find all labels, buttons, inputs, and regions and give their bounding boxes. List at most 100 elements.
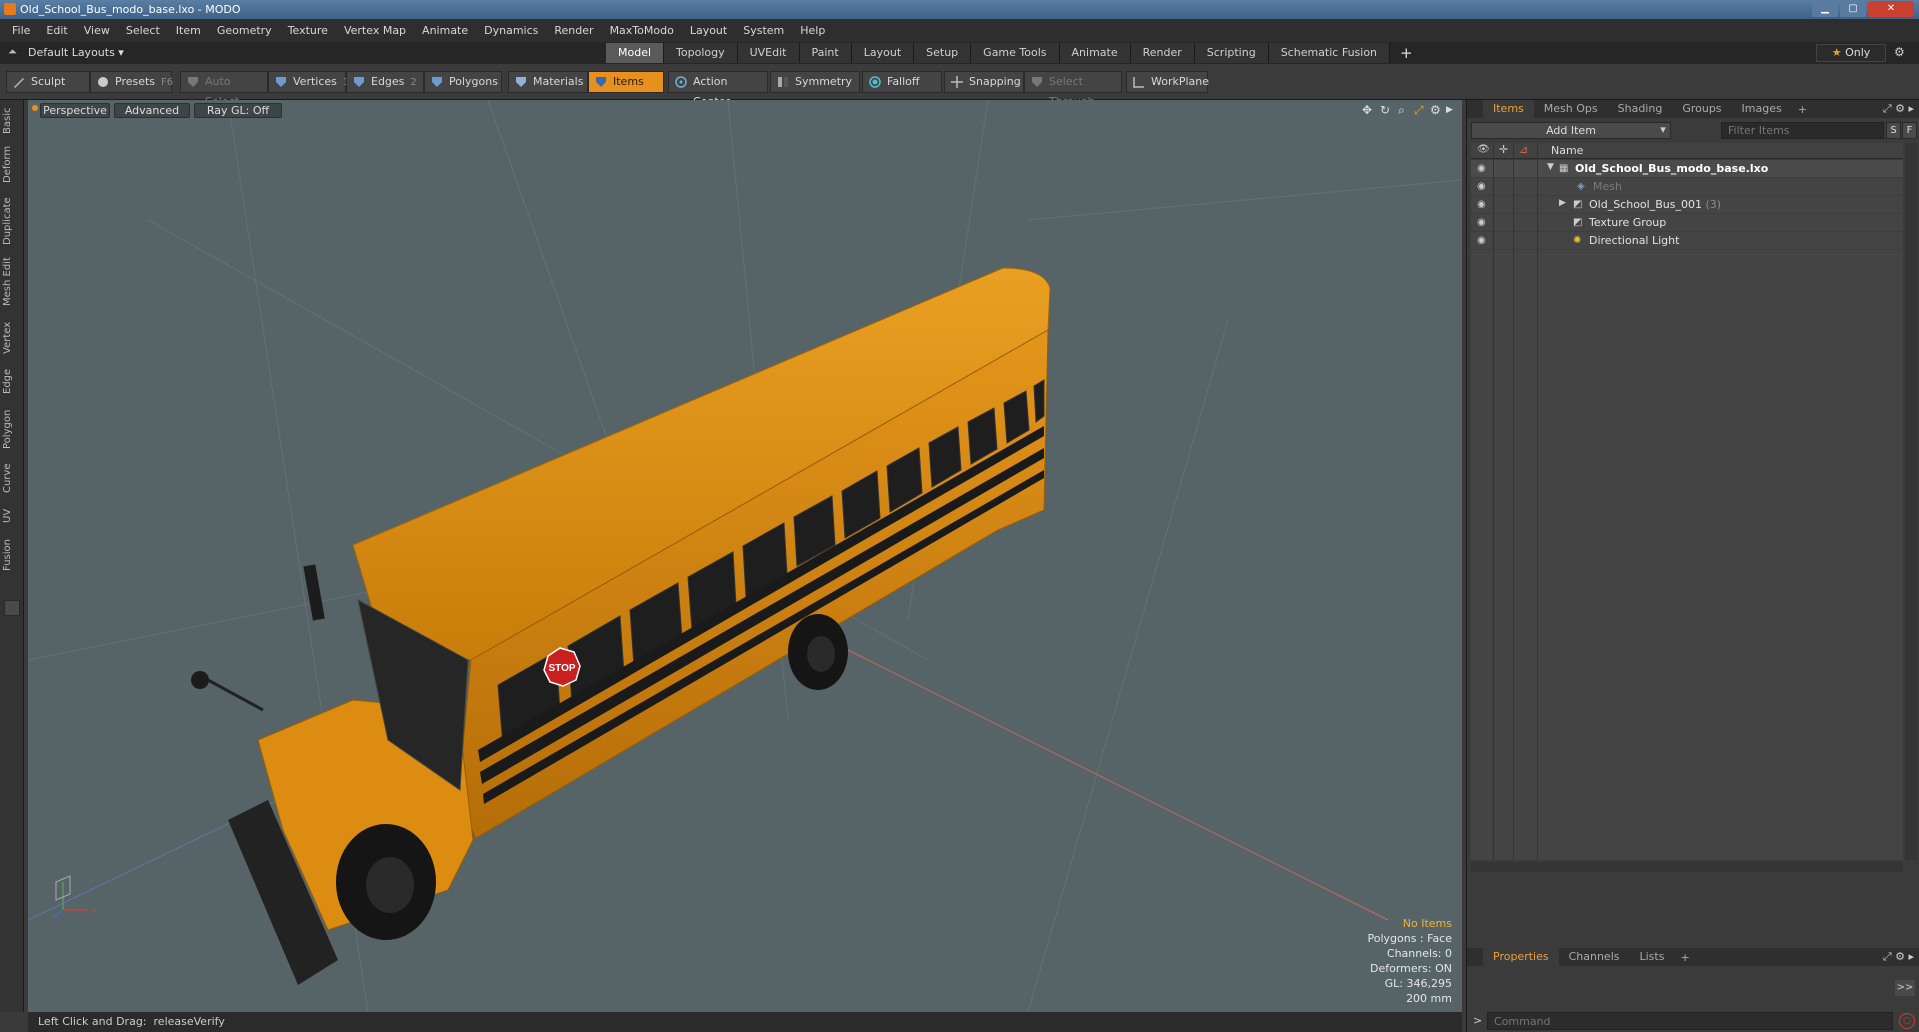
menu-maxtomodo[interactable]: MaxToModo xyxy=(602,24,682,37)
pan-icon[interactable]: ✥ xyxy=(1362,103,1372,117)
vtab-vertex[interactable]: Vertex xyxy=(2,318,22,358)
command-input[interactable] xyxy=(1487,1012,1893,1030)
menu-vertex-map[interactable]: Vertex Map xyxy=(336,24,414,37)
viewport-expand-icon[interactable]: ▶ xyxy=(1446,105,1453,115)
add-properties-tab-button[interactable]: + xyxy=(1674,951,1695,964)
eye-icon[interactable]: ◉ xyxy=(1477,163,1489,174)
vtab-mesh-edit[interactable]: Mesh Edit xyxy=(2,254,22,310)
menu-dynamics[interactable]: Dynamics xyxy=(476,24,546,37)
menu-animate[interactable]: Animate xyxy=(414,24,476,37)
menu-item[interactable]: Item xyxy=(168,24,209,37)
snapping-button[interactable]: Snapping xyxy=(944,71,1024,93)
vtab-uv[interactable]: UV xyxy=(2,504,22,528)
chevron-down-icon[interactable]: ▾ xyxy=(1655,122,1671,139)
menu-view[interactable]: View xyxy=(76,24,118,37)
workplane-button[interactable]: WorkPlane xyxy=(1126,71,1209,93)
gear-icon[interactable]: ⚙ xyxy=(1894,45,1905,59)
3d-viewport[interactable]: STOP x Perspective Advanced Ray GL: Off … xyxy=(28,100,1462,1012)
toolbox-toggle[interactable] xyxy=(4,600,20,616)
lock-column-icon[interactable]: ✛ xyxy=(1499,143,1508,156)
tab-groups[interactable]: Groups xyxy=(1672,100,1731,118)
eye-icon[interactable]: ◉ xyxy=(1477,235,1489,246)
fit-icon[interactable]: ⤢ xyxy=(1414,103,1424,118)
visibility-column-icon[interactable]: 👁 xyxy=(1477,144,1490,155)
tab-render[interactable]: Render xyxy=(1130,43,1195,63)
menu-system[interactable]: System xyxy=(735,24,792,37)
tab-shading[interactable]: Shading xyxy=(1608,100,1673,118)
maximize-button[interactable]: ▢ xyxy=(1840,1,1866,17)
f-filter-button[interactable]: F xyxy=(1902,122,1917,139)
expand-triangle-icon[interactable]: ▼ xyxy=(1547,162,1554,172)
auto-select-button[interactable]: Auto Select xyxy=(180,71,268,108)
name-column-header[interactable]: Name xyxy=(1551,144,1583,157)
tab-mesh-ops[interactable]: Mesh Ops xyxy=(1534,100,1608,118)
select-through-button[interactable]: Select Through xyxy=(1024,71,1122,108)
close-button[interactable]: ✕ xyxy=(1868,1,1914,17)
vtab-curve[interactable]: Curve xyxy=(2,458,22,498)
add-item-button[interactable]: Add Item xyxy=(1471,122,1671,139)
expand-triangle-icon[interactable]: ▶ xyxy=(1559,198,1566,208)
axis-column-icon[interactable]: ⊿ xyxy=(1519,143,1528,156)
materials-button[interactable]: Materials xyxy=(508,71,588,93)
eye-icon[interactable]: ◉ xyxy=(1477,199,1489,210)
items-button[interactable]: Items xyxy=(588,71,664,93)
tab-schematic-fusion[interactable]: Schematic Fusion xyxy=(1268,43,1391,63)
only-button[interactable]: ★ Only xyxy=(1816,44,1886,62)
layout-arrow-icon[interactable]: ⏶ xyxy=(8,45,17,59)
tree-row[interactable]: ◉ ▶ ◩ Old_School_Bus_001 (3) xyxy=(1471,196,1903,214)
vtab-basic[interactable]: Basic xyxy=(2,106,22,136)
menu-layout[interactable]: Layout xyxy=(682,24,735,37)
tab-model[interactable]: Model xyxy=(606,43,665,63)
tab-layout[interactable]: Layout xyxy=(851,43,915,63)
tab-lists[interactable]: Lists xyxy=(1630,948,1675,966)
rotate-icon[interactable]: ↻ xyxy=(1380,103,1390,117)
add-tab-button[interactable]: + xyxy=(1390,43,1423,63)
s-filter-button[interactable]: S xyxy=(1886,122,1901,139)
tab-scripting[interactable]: Scripting xyxy=(1194,43,1269,63)
presets-button[interactable]: Presets F6 xyxy=(90,71,173,93)
tree-row[interactable]: ◉ ◩ Texture Group xyxy=(1471,214,1903,232)
vtab-duplicate[interactable]: Duplicate xyxy=(2,196,22,246)
menu-render[interactable]: Render xyxy=(546,24,601,37)
tab-images[interactable]: Images xyxy=(1732,100,1792,118)
edges-button[interactable]: Edges 2 xyxy=(346,71,424,93)
vtab-deform[interactable]: Deform xyxy=(2,144,22,184)
tree-row[interactable]: ◉ ✺ Directional Light xyxy=(1471,232,1903,250)
tab-uvedit[interactable]: UVEdit xyxy=(737,43,800,63)
vtab-edge[interactable]: Edge xyxy=(2,364,22,398)
vtab-polygon[interactable]: Polygon xyxy=(2,404,22,454)
tree-row[interactable]: ◉ ◈ Mesh xyxy=(1471,178,1903,196)
eye-icon[interactable]: ◉ xyxy=(1477,217,1489,228)
zoom-icon[interactable]: ⌕ xyxy=(1398,103,1405,118)
action-center-button[interactable]: Action Center xyxy=(668,71,768,108)
panel-options-icon[interactable]: ⤢ ⚙ ▸ xyxy=(1883,102,1914,116)
menu-select[interactable]: Select xyxy=(118,24,168,37)
viewport-menu-icon[interactable] xyxy=(32,105,38,111)
tab-properties[interactable]: Properties xyxy=(1483,948,1559,966)
tab-topology[interactable]: Topology xyxy=(664,43,738,63)
sculpt-button[interactable]: Sculpt xyxy=(6,71,90,93)
tree-row[interactable]: ◉ ▼ ▦ Old_School_Bus_modo_base.lxo xyxy=(1471,160,1903,178)
shading-mode-button[interactable]: Advanced xyxy=(114,103,190,118)
menu-file[interactable]: File xyxy=(4,24,38,37)
tree-vertical-scrollbar[interactable] xyxy=(1905,143,1917,860)
layouts-dropdown[interactable]: Default Layouts ▾ xyxy=(28,46,124,59)
vtab-fusion[interactable]: Fusion xyxy=(2,534,22,576)
tab-items[interactable]: Items xyxy=(1483,100,1534,118)
tab-game-tools[interactable]: Game Tools xyxy=(971,43,1060,63)
vertices-button[interactable]: Vertices1 xyxy=(268,71,349,93)
raygl-button[interactable]: Ray GL: Off xyxy=(194,103,282,118)
polygons-button[interactable]: Polygons xyxy=(424,71,502,93)
menu-geometry[interactable]: Geometry xyxy=(209,24,280,37)
menu-edit[interactable]: Edit xyxy=(38,24,75,37)
properties-options-icon[interactable]: ⤢ ⚙ ▸ xyxy=(1883,950,1914,964)
tab-animate[interactable]: Animate xyxy=(1059,43,1131,63)
menu-help[interactable]: Help xyxy=(792,24,833,37)
tab-paint[interactable]: Paint xyxy=(799,43,852,63)
tab-setup[interactable]: Setup xyxy=(914,43,972,63)
clear-command-icon[interactable]: ○ xyxy=(1899,1013,1915,1029)
tree-horizontal-scrollbar[interactable] xyxy=(1471,862,1903,872)
eye-icon[interactable]: ◉ xyxy=(1477,181,1489,192)
tab-channels[interactable]: Channels xyxy=(1559,948,1630,966)
view-type-button[interactable]: Perspective xyxy=(40,103,110,118)
